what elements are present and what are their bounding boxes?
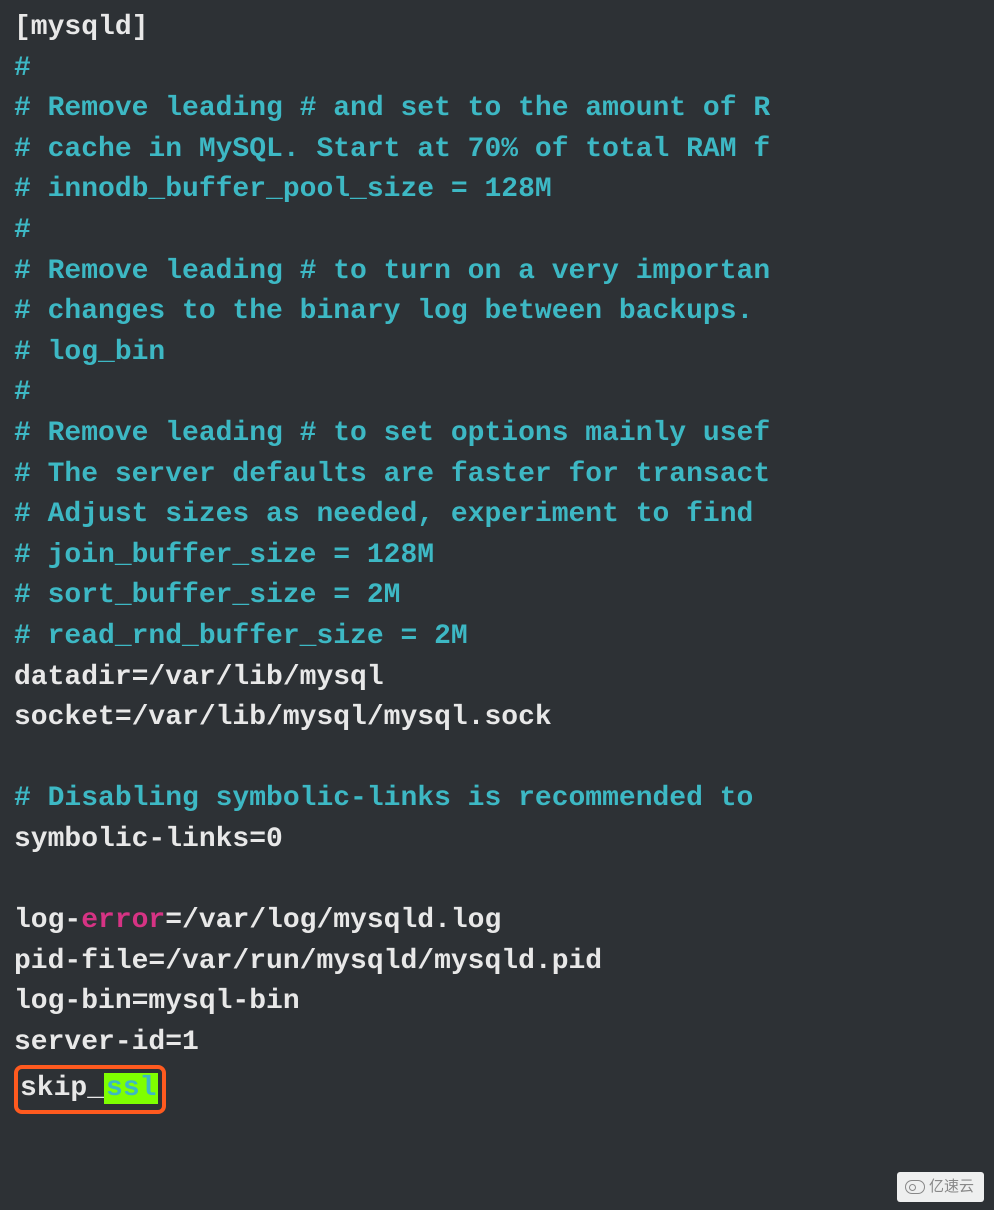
config-line: pid-file=/var/run/mysqld/mysqld.pid [14,942,994,983]
config-line: # Remove leading # to set options mainly… [14,414,994,455]
config-line: # Remove leading # to turn on a very imp… [14,252,994,293]
config-line: server-id=1 [14,1023,994,1064]
config-line: # The server defaults are faster for tra… [14,455,994,496]
config-line: # innodb_buffer_pool_size = 128M [14,170,994,211]
watermark-text: 亿速云 [929,1176,974,1198]
config-line: # Adjust sizes as needed, experiment to … [14,495,994,536]
config-file-tail: pid-file=/var/run/mysqld/mysqld.pidlog-b… [14,942,994,1064]
config-line [14,739,994,780]
skip-ssl-annotation-box: skip_ssl [14,1065,166,1114]
cloud-icon [905,1180,925,1194]
config-file-content: [mysqld]## Remove leading # and set to t… [14,8,994,901]
log-error-suffix: =/var/log/mysqld.log [165,905,501,936]
config-line: symbolic-links=0 [14,820,994,861]
ssl-highlight: ssl [104,1073,158,1104]
log-error-prefix: log- [14,905,81,936]
config-line: log-bin=mysql-bin [14,982,994,1023]
config-line: [mysqld] [14,8,994,49]
config-line: # Remove leading # and set to the amount… [14,89,994,130]
config-line: # [14,373,994,414]
config-line: # log_bin [14,333,994,374]
config-line: # Disabling symbolic-links is recommende… [14,779,994,820]
config-line: datadir=/var/lib/mysql [14,658,994,699]
config-line: # changes to the binary log between back… [14,292,994,333]
config-line: # cache in MySQL. Start at 70% of total … [14,130,994,171]
config-line: # join_buffer_size = 128M [14,536,994,577]
config-line [14,860,994,901]
error-keyword: error [81,905,165,936]
config-line-log-error: log-error=/var/log/mysqld.log [14,901,994,942]
skip-prefix: skip_ [20,1073,104,1104]
config-line: socket=/var/lib/mysql/mysql.sock [14,698,994,739]
config-line: # [14,211,994,252]
config-line: # read_rnd_buffer_size = 2M [14,617,994,658]
config-line: # [14,49,994,90]
config-line: # sort_buffer_size = 2M [14,576,994,617]
watermark-badge: 亿速云 [897,1172,984,1202]
